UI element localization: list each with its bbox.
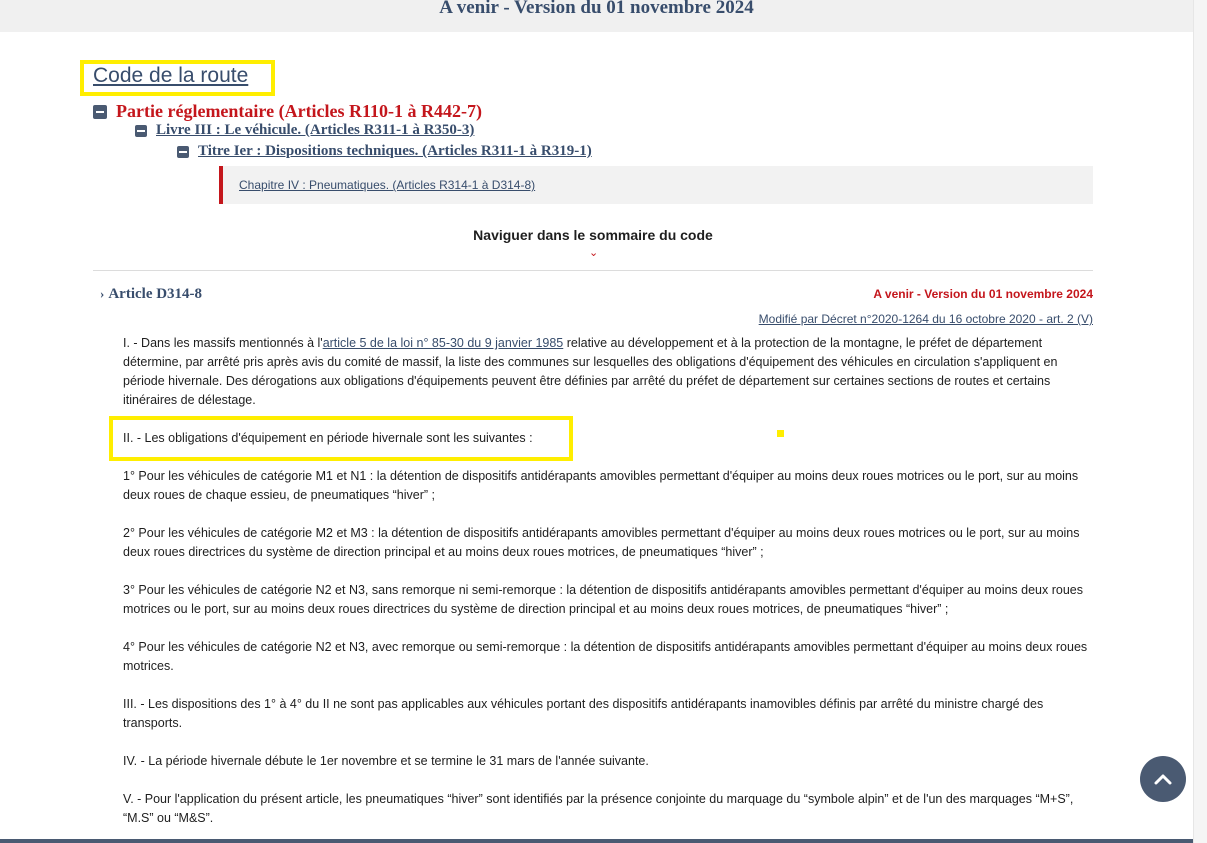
version-banner-text: A venir - Version du 01 novembre 2024 bbox=[439, 0, 754, 18]
chapitre-item: Chapitre IV : Pneumatiques. (Articles R3… bbox=[219, 166, 1093, 204]
article-paragraph-7: III. - Les dispositions des 1° à 4° du I… bbox=[123, 697, 1044, 730]
partie-label[interactable]: Partie réglementaire (Articles R110-1 à … bbox=[116, 101, 482, 122]
article-paragraph-4: 2° Pour les véhicules de catégorie M2 et… bbox=[123, 526, 1080, 559]
highlight-dot bbox=[777, 430, 784, 437]
article-paragraph-9: V. - Pour l'application du présent artic… bbox=[123, 792, 1074, 825]
modified-by-link[interactable]: Modifié par Décret n°2020-1264 du 16 oct… bbox=[759, 312, 1093, 326]
chevron-right-icon: › bbox=[100, 286, 105, 301]
article-title[interactable]: › Article D314-8 bbox=[100, 286, 202, 303]
tree-partie: Partie réglementaire (Articles R110-1 à … bbox=[93, 101, 482, 122]
article-paragraph-8: IV. - La période hivernale débute le 1er… bbox=[123, 754, 649, 768]
p1-text-before: I. - Dans les massifs mentionnés à l' bbox=[123, 336, 323, 350]
highlight-box-paragraph-2 bbox=[109, 416, 573, 461]
collapse-livre-icon[interactable] bbox=[135, 124, 147, 137]
arrow-up-icon bbox=[1154, 774, 1172, 785]
chevron-down-icon[interactable]: ⌄ bbox=[589, 246, 598, 259]
collapse-titre-icon[interactable] bbox=[177, 145, 189, 158]
article-title-text: Article D314-8 bbox=[108, 286, 203, 302]
version-banner: A venir - Version du 01 novembre 2024 bbox=[0, 0, 1193, 32]
article-paragraph-1: I. - Dans les massifs mentionnés à l'art… bbox=[123, 334, 1095, 410]
bottom-bar bbox=[0, 839, 1193, 843]
tree-livre: Livre III : Le véhicule. (Articles R311-… bbox=[135, 122, 474, 139]
navigate-summary-button[interactable]: Naviguer dans le sommaire du code bbox=[0, 227, 1186, 243]
chapitre-link[interactable]: Chapitre IV : Pneumatiques. (Articles R3… bbox=[239, 178, 535, 192]
scroll-to-top-button[interactable] bbox=[1140, 756, 1186, 802]
page-scrollbar[interactable] bbox=[1193, 0, 1207, 843]
article-paragraph-6: 4° Pour les véhicules de catégorie N2 et… bbox=[123, 640, 1088, 673]
article-version: A venir - Version du 01 novembre 2024 bbox=[873, 287, 1093, 301]
titre-link[interactable]: Titre Ier : Dispositions techniques. (Ar… bbox=[198, 143, 592, 160]
collapse-partie-icon[interactable] bbox=[93, 104, 107, 119]
article-paragraph-5: 3° Pour les véhicules de catégorie N2 et… bbox=[123, 583, 1083, 616]
divider bbox=[93, 270, 1093, 271]
article-paragraph-3: 1° Pour les véhicules de catégorie M1 et… bbox=[123, 469, 1079, 502]
tree-titre: Titre Ier : Dispositions techniques. (Ar… bbox=[177, 143, 592, 160]
law-reference-link[interactable]: article 5 de la loi n° 85-30 du 9 janvie… bbox=[323, 336, 564, 350]
article-body: I. - Dans les massifs mentionnés à l'art… bbox=[123, 334, 1095, 843]
code-title-link[interactable]: Code de la route bbox=[93, 64, 248, 88]
livre-link[interactable]: Livre III : Le véhicule. (Articles R311-… bbox=[156, 122, 474, 139]
